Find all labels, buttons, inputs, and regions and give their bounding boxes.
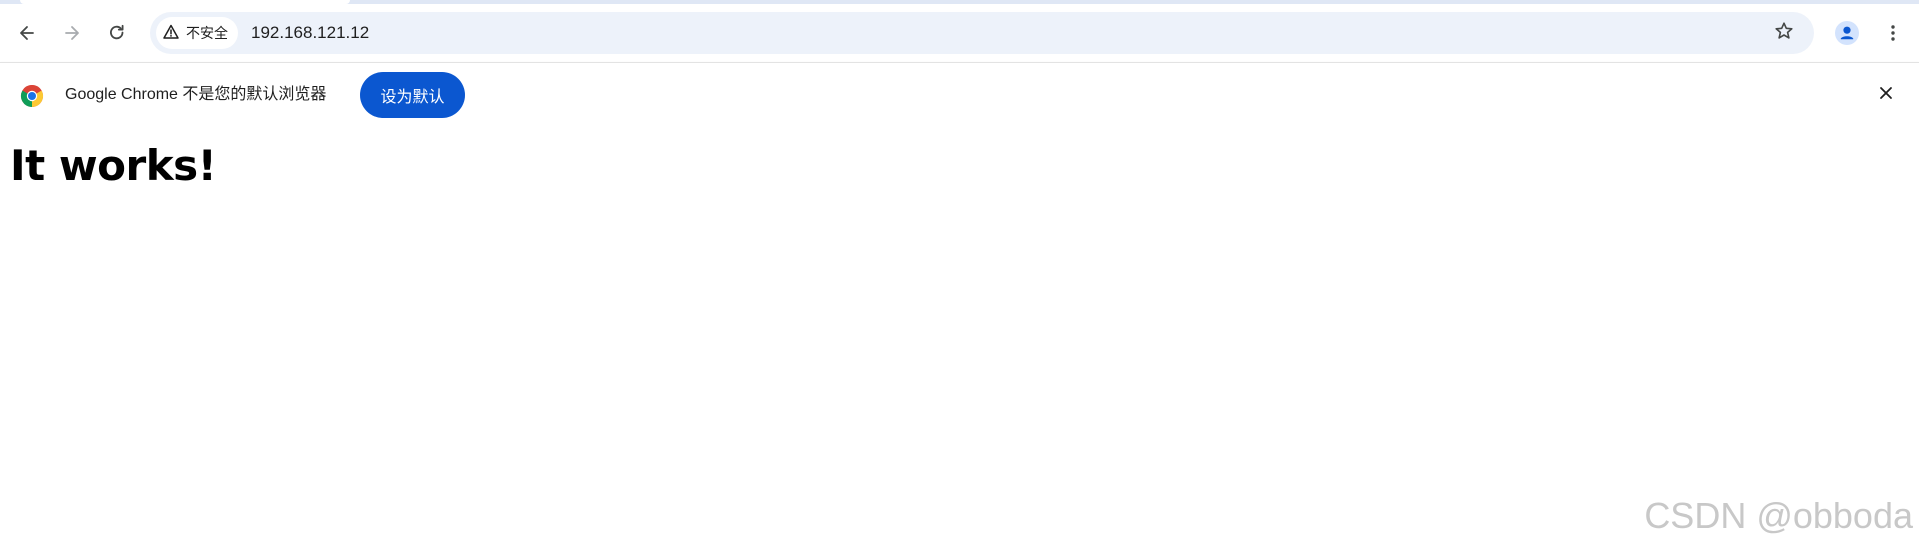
browser-menu-button[interactable]	[1875, 15, 1911, 51]
watermark: CSDN @obboda	[1644, 495, 1913, 536]
site-security-chip[interactable]: 不安全	[156, 17, 238, 49]
forward-button[interactable]	[54, 15, 90, 51]
set-default-button[interactable]: 设为默认	[360, 72, 465, 118]
close-icon	[1878, 85, 1894, 106]
default-browser-infobar: Google Chrome 不是您的默认浏览器 设为默认	[0, 62, 1919, 127]
reload-icon	[107, 23, 127, 43]
url-input[interactable]	[251, 12, 1551, 54]
warning-triangle-icon	[162, 23, 180, 44]
page-content: It works! CSDN @obboda	[0, 127, 1919, 549]
chrome-logo-icon	[20, 84, 44, 108]
kebab-menu-icon	[1883, 23, 1903, 43]
back-button[interactable]	[9, 15, 45, 51]
browser-toolbar: 不安全	[0, 4, 1919, 62]
page-heading: It works!	[10, 141, 217, 190]
reload-button[interactable]	[99, 15, 135, 51]
security-label: 不安全	[186, 25, 228, 41]
profile-button[interactable]	[1829, 15, 1865, 51]
infobar-close-button[interactable]	[1871, 80, 1901, 110]
arrow-left-icon	[17, 23, 37, 43]
address-bar[interactable]: 不安全	[150, 12, 1814, 54]
infobar-message: Google Chrome 不是您的默认浏览器	[65, 86, 327, 103]
star-outline-icon	[1774, 21, 1794, 46]
bookmark-button[interactable]	[1766, 15, 1802, 51]
person-avatar-icon	[1835, 21, 1859, 45]
arrow-right-icon	[62, 23, 82, 43]
